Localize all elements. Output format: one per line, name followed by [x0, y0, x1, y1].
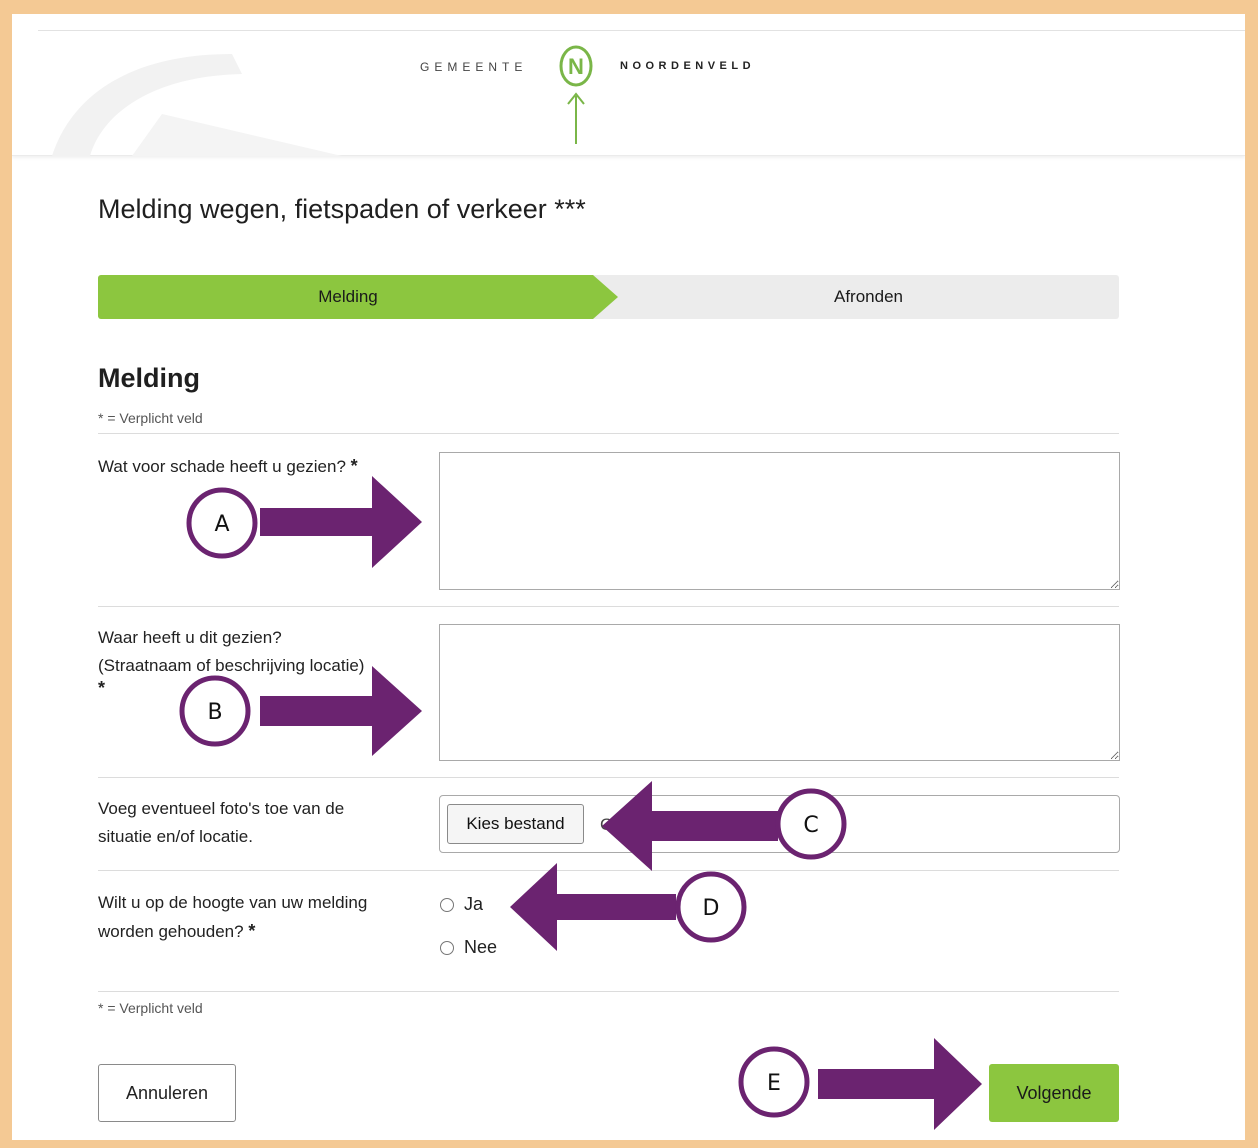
radio-nee[interactable]: Nee	[440, 937, 497, 958]
required-star: *	[350, 456, 358, 476]
arrow-a-icon	[260, 476, 422, 568]
required-star: *	[98, 678, 106, 698]
location-textarea[interactable]	[439, 624, 1120, 761]
divider	[98, 991, 1119, 992]
damage-label: Wat voor schade heeft u gezien? *	[98, 452, 428, 481]
divider	[98, 606, 1119, 607]
location-label-line2: (Straatnaam of beschrijving locatie)	[98, 656, 365, 675]
cancel-button[interactable]: Annuleren	[98, 1064, 236, 1122]
photos-label-line1: Voeg eventueel foto's toe van de	[98, 799, 345, 818]
step-afronden: Afronden	[834, 287, 903, 306]
choose-file-button[interactable]: Kies bestand	[447, 804, 584, 844]
radio-ja-input[interactable]	[440, 897, 454, 912]
marker-d-letter: D	[703, 896, 720, 921]
location-label-line1: Waar heeft u dit gezien?	[98, 628, 282, 647]
required-note-top: * = Verplicht veld	[98, 410, 203, 426]
marker-a-letter: A	[214, 512, 229, 537]
progress-steps: Melding Afronden	[98, 275, 1119, 319]
file-status-end: er)	[816, 815, 837, 834]
file-status-suffix: ee	[745, 815, 765, 834]
section-title: Melding	[98, 363, 200, 393]
location-label: Waar heeft u dit gezien? (Straatnaam of …	[98, 624, 428, 698]
noordenveld-n-icon: N	[559, 45, 593, 144]
radio-ja-label: Ja	[464, 894, 484, 914]
logo-text-gemeente: GEMEENTE	[420, 60, 528, 74]
marker-b-letter: B	[207, 700, 222, 725]
damage-textarea[interactable]	[439, 452, 1120, 590]
arrow-d-icon	[510, 863, 676, 951]
site-header: GEMEENTE N NOORDENVELD	[12, 14, 1245, 156]
keep-informed-line1: Wilt u op de hoogte van uw melding	[98, 893, 368, 912]
file-status-text: Gee er)	[600, 815, 837, 835]
radio-ja[interactable]: Ja	[440, 894, 483, 915]
required-note-bottom: * = Verplicht veld	[98, 1000, 203, 1016]
next-button[interactable]: Volgende	[989, 1064, 1119, 1122]
divider	[98, 777, 1119, 778]
keep-informed-label: Wilt u op de hoogte van uw melding worde…	[98, 889, 428, 946]
marker-e-letter: E	[767, 1071, 781, 1096]
marker-d	[675, 871, 747, 943]
municipality-logo[interactable]: GEMEENTE N NOORDENVELD	[420, 40, 820, 150]
required-star: *	[248, 921, 256, 941]
page-title: Melding wegen, fietspaden of verkeer ***	[98, 194, 586, 224]
arrow-e-icon	[818, 1038, 982, 1130]
marker-e	[738, 1046, 810, 1118]
marker-a	[186, 487, 258, 559]
file-upload-field[interactable]: Kies bestand Gee er)	[439, 795, 1120, 853]
file-status-prefix: G	[600, 815, 614, 834]
photos-label-line2: situatie en/of locatie.	[98, 827, 253, 846]
divider	[98, 433, 1119, 434]
header-top-line	[38, 30, 1245, 31]
photos-label: Voeg eventueel foto's toe van de situati…	[98, 795, 428, 851]
background-swoosh-icon	[52, 54, 342, 156]
radio-nee-label: Nee	[464, 937, 498, 957]
damage-label-text: Wat voor schade heeft u gezien?	[98, 457, 346, 476]
step-melding: Melding	[318, 287, 378, 306]
form-page: GEMEENTE N NOORDENVELD Melding wegen, fi…	[12, 14, 1245, 1140]
logo-text-noordenveld: NOORDENVELD	[620, 60, 756, 72]
keep-informed-line2: worden gehouden?	[98, 922, 244, 941]
svg-text:N: N	[568, 54, 584, 79]
radio-nee-input[interactable]	[440, 940, 454, 955]
divider	[98, 870, 1119, 871]
